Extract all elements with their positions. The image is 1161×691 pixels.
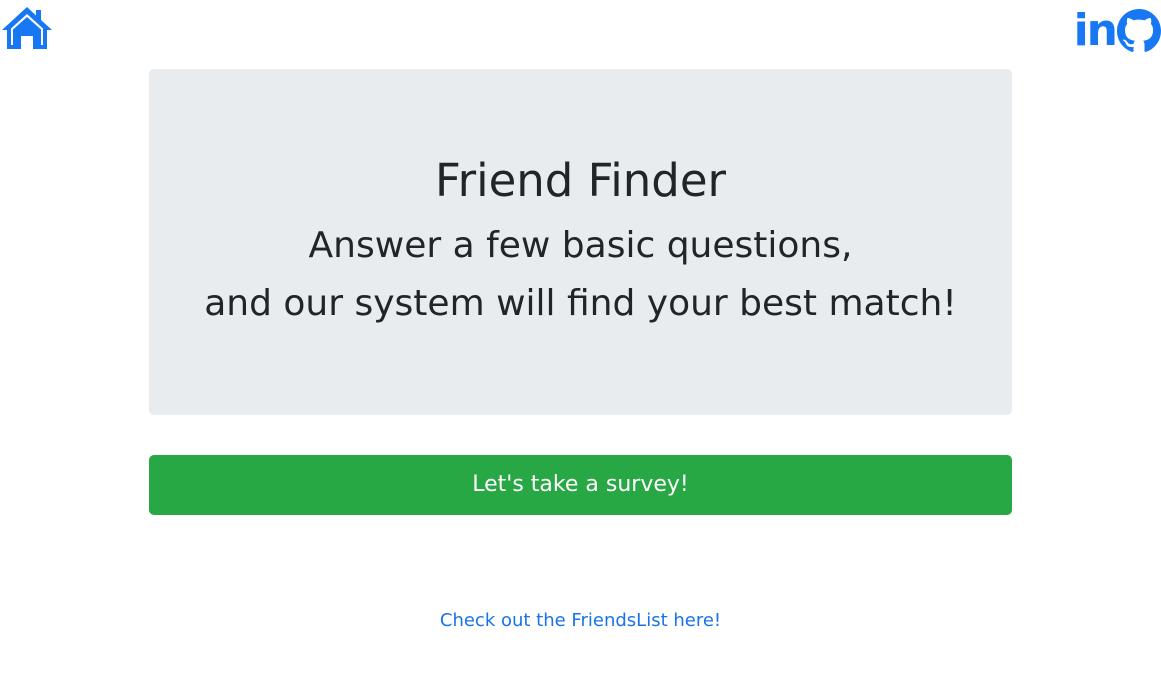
- social-links: in: [1074, 8, 1161, 54]
- linkedin-link[interactable]: in: [1074, 9, 1118, 53]
- hero-panel: Friend Finder Answer a few basic questio…: [149, 69, 1012, 415]
- hero-subtitle: Answer a few basic questions, and our sy…: [149, 217, 1012, 333]
- home-icon: [0, 5, 54, 51]
- home-link[interactable]: [0, 5, 54, 51]
- friends-list-link[interactable]: Check out the FriendsList here!: [0, 606, 1161, 636]
- page-title: Friend Finder: [434, 154, 727, 207]
- subtitle-line-1: Answer a few basic questions,: [308, 225, 853, 266]
- github-link[interactable]: [1117, 9, 1161, 53]
- page: in Friend Finder Answer a few basic ques…: [0, 0, 1161, 691]
- subtitle-line-2: and our system will find your best match…: [204, 283, 957, 324]
- github-icon: [1117, 9, 1161, 53]
- take-survey-button[interactable]: Let's take a survey!: [149, 455, 1012, 515]
